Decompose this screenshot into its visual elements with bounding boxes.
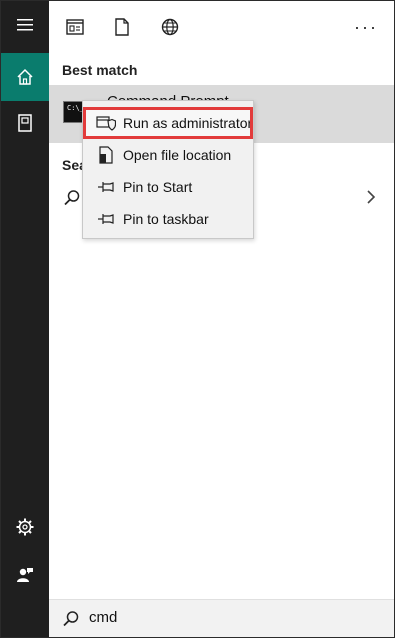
documents-icon — [115, 18, 129, 36]
hamburger-menu-button[interactable] — [1, 1, 49, 49]
apps-filter-button[interactable] — [63, 15, 87, 39]
context-menu: Run as administrator Open file location … — [82, 100, 254, 239]
best-match-heading: Best match — [62, 62, 138, 78]
hamburger-menu-icon — [17, 19, 33, 31]
search-icon — [64, 190, 80, 206]
feedback-button[interactable] — [1, 551, 49, 599]
user-feedback-icon — [17, 568, 33, 582]
apps-icon — [66, 19, 84, 35]
documents-filter-button[interactable] — [110, 15, 134, 39]
start-search-window: ··· Best match C:\_ Command Prompt Sea R — [0, 0, 395, 638]
search-icon — [63, 611, 79, 627]
web-filter-button[interactable] — [158, 15, 182, 39]
settings-gear-icon — [16, 518, 34, 536]
pin-to-start-item[interactable]: Pin to Start — [83, 171, 253, 203]
file-location-icon — [95, 146, 117, 164]
more-options-button[interactable]: ··· — [354, 15, 378, 39]
pin-icon — [95, 178, 117, 196]
settings-button[interactable] — [1, 503, 49, 551]
run-as-administrator-item[interactable]: Run as administrator — [83, 107, 253, 139]
documents-icon — [18, 114, 32, 132]
web-icon — [161, 18, 179, 36]
open-file-location-label: Open file location — [123, 147, 232, 163]
open-file-location-item[interactable]: Open file location — [83, 139, 253, 171]
documents-button[interactable] — [1, 99, 49, 147]
pin-to-taskbar-item[interactable]: Pin to taskbar — [83, 203, 253, 235]
pin-to-taskbar-label: Pin to taskbar — [123, 211, 209, 227]
home-icon — [17, 68, 33, 85]
search-query-text[interactable]: cmd — [89, 609, 117, 626]
left-rail — [1, 1, 49, 637]
pin-icon — [95, 210, 117, 228]
search-box[interactable]: cmd — [49, 599, 394, 637]
home-button[interactable] — [1, 53, 49, 101]
shield-run-icon — [95, 114, 117, 132]
pin-to-start-label: Pin to Start — [123, 179, 193, 195]
chevron-right-icon[interactable] — [366, 189, 376, 205]
top-toolbar: ··· — [49, 1, 394, 55]
run-as-administrator-label: Run as administrator — [123, 115, 253, 131]
